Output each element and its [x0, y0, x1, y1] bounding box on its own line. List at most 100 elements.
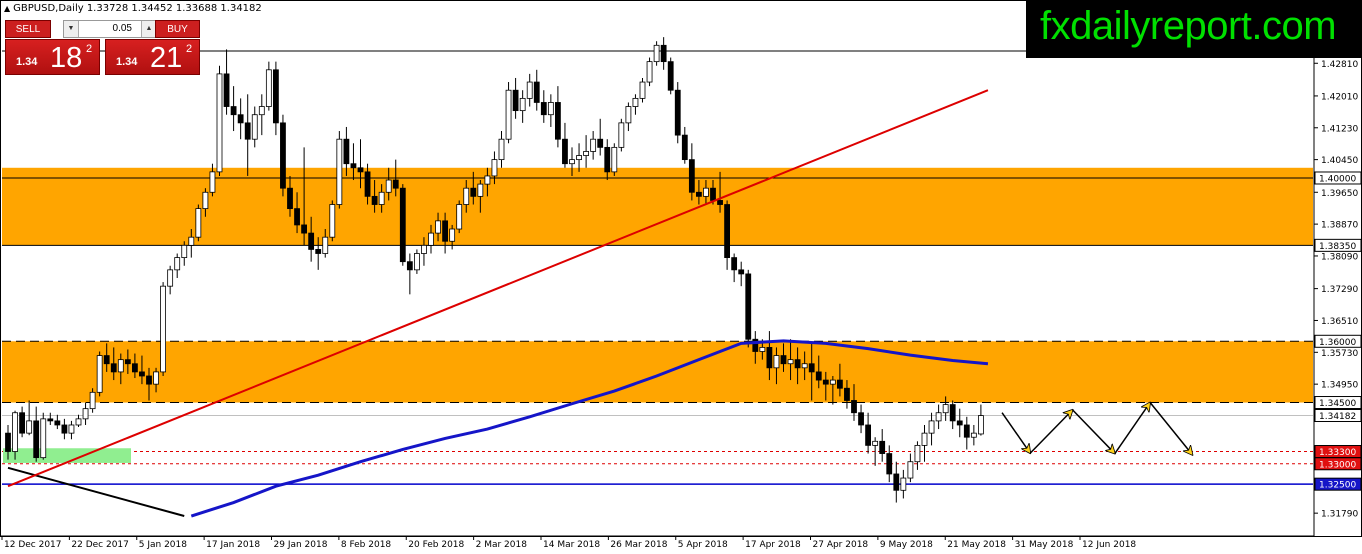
- candle-body: [660, 44, 667, 63]
- y-axis-tick-label: 1.37290: [1321, 285, 1358, 295]
- candle-body: [956, 420, 963, 426]
- candle-body: [322, 236, 329, 254]
- candle-body: [188, 236, 195, 246]
- candle-body: [618, 122, 625, 148]
- candle-body: [639, 81, 646, 99]
- lot-increase-icon[interactable]: ▲: [141, 21, 156, 37]
- candle-body: [160, 285, 167, 373]
- candle-body: [978, 415, 984, 435]
- candle-body: [357, 167, 364, 173]
- candle-body: [801, 363, 808, 369]
- candle-body: [738, 269, 745, 275]
- candle-body: [237, 114, 244, 124]
- candle-body: [787, 359, 794, 365]
- candle-body: [625, 106, 632, 124]
- candle-body: [435, 220, 441, 234]
- candle-body: [533, 81, 540, 103]
- candle-body: [562, 138, 568, 165]
- candle-body: [829, 379, 836, 385]
- candle-body: [428, 232, 434, 246]
- candle-body: [280, 122, 286, 189]
- y-axis-tick-label: 1.42010: [1321, 92, 1358, 102]
- sell-quote[interactable]: 1.34 18 2: [5, 39, 100, 75]
- candle-body: [498, 138, 505, 161]
- candle-body: [110, 363, 117, 373]
- brand-text: fxdailyreport.com: [1040, 4, 1337, 48]
- candle-body: [350, 163, 357, 169]
- buy-quote-prefix: 1.34: [116, 56, 138, 68]
- candle-body: [181, 244, 188, 258]
- sell-button[interactable]: SELL: [5, 20, 51, 38]
- candle-body: [879, 440, 886, 454]
- candle-body: [703, 187, 709, 197]
- candle-body: [632, 97, 639, 107]
- candle-body: [139, 371, 145, 377]
- candle-body: [766, 347, 773, 369]
- y-axis-tick-label: 1.42810: [1321, 60, 1358, 70]
- candle-body: [82, 408, 89, 420]
- candle-body: [540, 102, 547, 116]
- x-axis-tick-label: 12 Jun 2018: [1082, 540, 1136, 550]
- candle-body: [611, 146, 618, 173]
- candle-body: [124, 359, 131, 365]
- x-axis-tick-label: 2 Mar 2018: [476, 540, 528, 550]
- lot-size-value[interactable]: 0.05: [113, 23, 132, 34]
- candle-body: [865, 424, 871, 446]
- buy-quote[interactable]: 1.34 21 2: [105, 39, 200, 75]
- candle-body: [117, 359, 124, 373]
- candle-body: [696, 191, 702, 197]
- candle-body: [907, 461, 914, 479]
- candle-body: [392, 179, 399, 189]
- candle-body: [131, 363, 138, 373]
- candle-body: [710, 187, 716, 201]
- x-axis-tick-label: 9 May 2018: [880, 540, 933, 550]
- buy-button[interactable]: BUY: [155, 20, 200, 38]
- candle-body: [780, 355, 787, 365]
- candle-body: [653, 44, 660, 63]
- buy-quote-fraction: 2: [186, 43, 193, 55]
- candle-body: [343, 138, 350, 165]
- y-axis-tick-label: 1.38870: [1321, 221, 1358, 231]
- supply-demand-zone: [2, 341, 1313, 403]
- candle-body: [103, 355, 110, 365]
- lot-decrease-icon[interactable]: ▼: [64, 21, 79, 37]
- collapse-triangle-icon[interactable]: ▲: [4, 4, 10, 13]
- candle-body: [886, 453, 893, 475]
- x-axis-tick-label: 29 Jan 2018: [274, 540, 328, 550]
- candle-body: [759, 347, 766, 352]
- candle-body: [294, 208, 300, 226]
- candle-body: [26, 420, 33, 434]
- price-axis-background: [1314, 0, 1362, 554]
- candle-body: [604, 146, 611, 173]
- candle-body: [265, 69, 272, 107]
- candle-body: [470, 187, 477, 197]
- candle-body: [287, 187, 293, 210]
- y-axis-tick-label: 1.31790: [1321, 510, 1358, 520]
- x-axis-tick-label: 20 Feb 2018: [408, 540, 464, 550]
- candle-body: [815, 371, 822, 381]
- candle-body: [463, 187, 470, 205]
- y-axis-tick-label: 1.36510: [1321, 317, 1358, 327]
- sell-quote-prefix: 1.34: [16, 56, 38, 68]
- candle-body: [569, 159, 575, 165]
- y-axis-tick-label: 1.39650: [1321, 189, 1358, 199]
- candle-body: [167, 269, 174, 287]
- x-axis-tick-label: 5 Apr 2018: [678, 540, 728, 550]
- candle-body: [153, 371, 159, 385]
- candle-body: [949, 404, 956, 422]
- candle-body: [371, 195, 378, 205]
- x-axis-tick-label: 26 Mar 2018: [610, 540, 667, 550]
- candle-body: [223, 73, 230, 107]
- candle-body: [251, 114, 258, 140]
- candle-body: [477, 183, 484, 197]
- lot-size-stepper[interactable]: ▼ 0.05 ▲: [63, 20, 157, 38]
- candle-body: [272, 69, 279, 124]
- candle-body: [47, 418, 54, 422]
- price-chart[interactable]: 1.42810 1.42010 1.41230 1.40450 1.39650 1.388…: [0, 0, 1362, 554]
- sell-quote-pips: 18: [50, 42, 83, 74]
- candle-body: [724, 204, 730, 258]
- candle-body: [963, 424, 970, 438]
- target-box: [3, 448, 131, 463]
- candle-body: [399, 187, 406, 263]
- candle-body: [583, 151, 589, 156]
